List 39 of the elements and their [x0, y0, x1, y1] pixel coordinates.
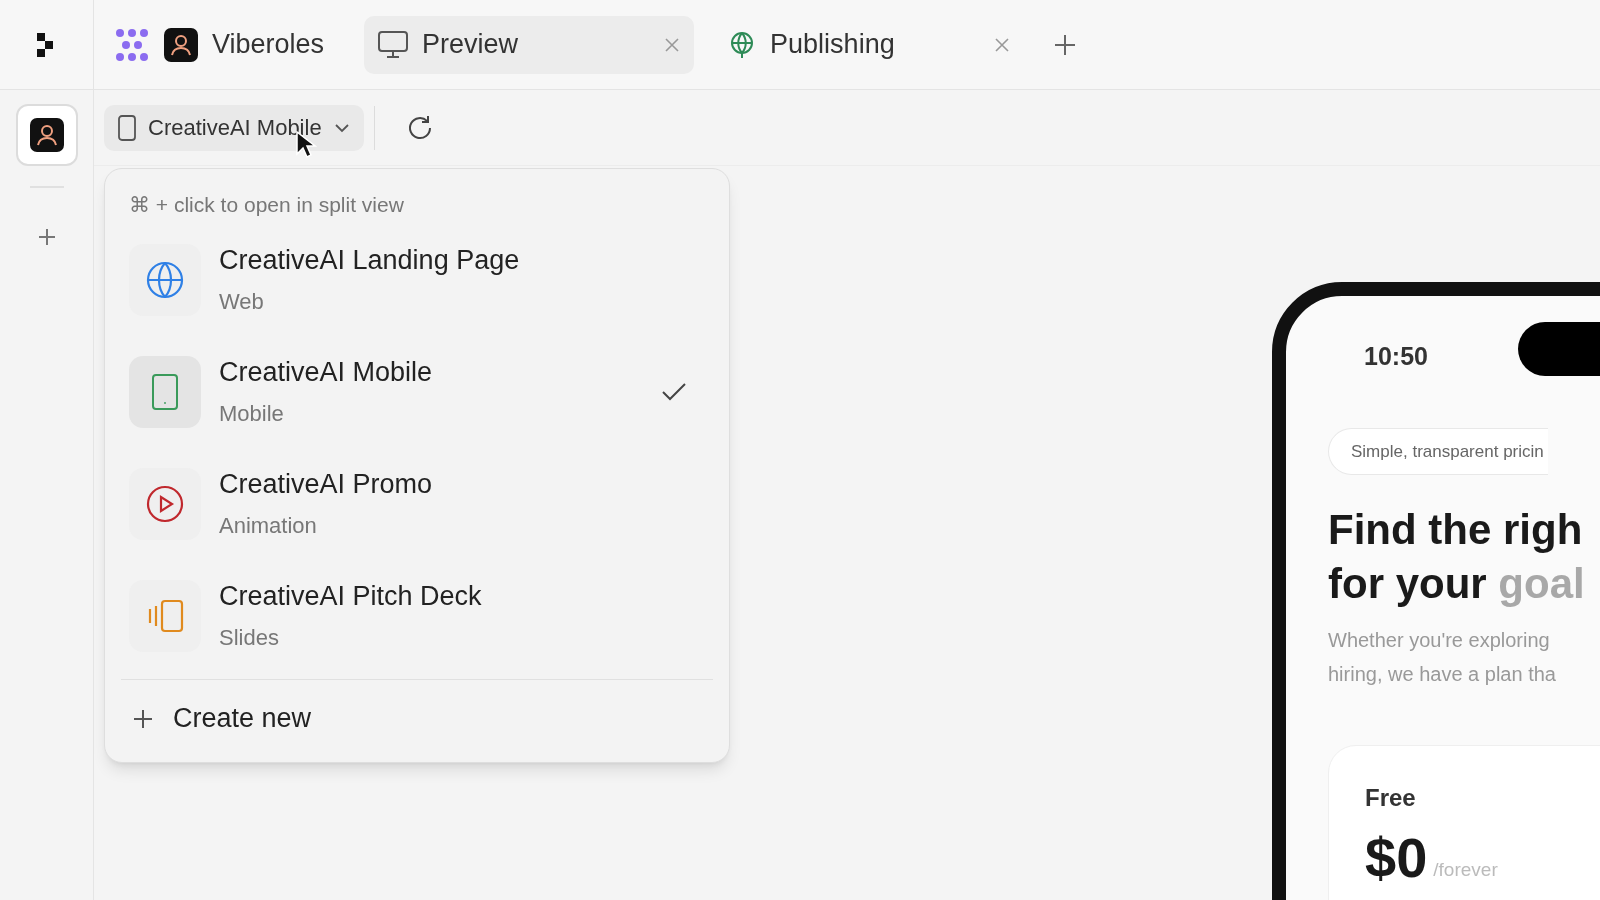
dots-icon[interactable] [114, 26, 150, 63]
add-tab-icon[interactable] [1054, 33, 1077, 56]
heading: for your goal [1328, 559, 1585, 609]
plus-icon [133, 708, 153, 729]
device-select[interactable]: CreativeAI Mobile [104, 104, 364, 151]
avatar-icon[interactable] [164, 27, 198, 62]
item-subtitle: Slides [219, 624, 280, 651]
heading: Find the righ [1328, 505, 1583, 555]
add-icon[interactable] [37, 228, 56, 246]
item-title: CreativeAI Pitch Deck [219, 580, 483, 611]
phone-icon [118, 114, 136, 141]
plan-name: Free [1365, 783, 1416, 813]
monitor-icon [378, 30, 409, 59]
item-title: CreativeAI Mobile [219, 356, 434, 387]
subtitle-text: hiring, we have a plan tha [1328, 662, 1556, 687]
menu-item[interactable]: CreativeAI Pitch Deck Slides [129, 570, 705, 661]
caret-icon [333, 122, 350, 133]
item-subtitle: Animation [219, 512, 318, 539]
item-title: CreativeAI Promo [219, 468, 434, 499]
pricing-badge: Simple, transparent pricin [1328, 427, 1548, 475]
project-avatar-button[interactable] [15, 104, 78, 166]
tab[interactable]: Publishing [714, 15, 1025, 74]
app-name: Viberoles [212, 28, 325, 62]
item-subtitle: Mobile [219, 400, 285, 427]
create-new-button[interactable]: Create new [129, 691, 316, 746]
menu-item[interactable]: CreativeAI Promo Animation [129, 458, 705, 549]
price: $0 [1365, 828, 1428, 888]
tab[interactable]: Preview [364, 15, 695, 74]
item-subtitle: Web [219, 288, 265, 315]
close-icon[interactable] [994, 36, 1011, 53]
avatar-icon [29, 118, 64, 152]
price-period: /forever [1433, 857, 1498, 882]
subtitle-text: Whether you're exploring [1328, 628, 1550, 653]
menu-item[interactable]: CreativeAI Mobile Mobile [129, 346, 705, 437]
status-time: 10:50 [1364, 341, 1428, 372]
menu-item[interactable]: CreativeAI Landing Page Web [129, 234, 705, 325]
check-icon [661, 381, 687, 402]
item-title: CreativeAI Landing Page [219, 244, 521, 275]
hint-text: ⌘ + click to open in split view [129, 192, 405, 218]
